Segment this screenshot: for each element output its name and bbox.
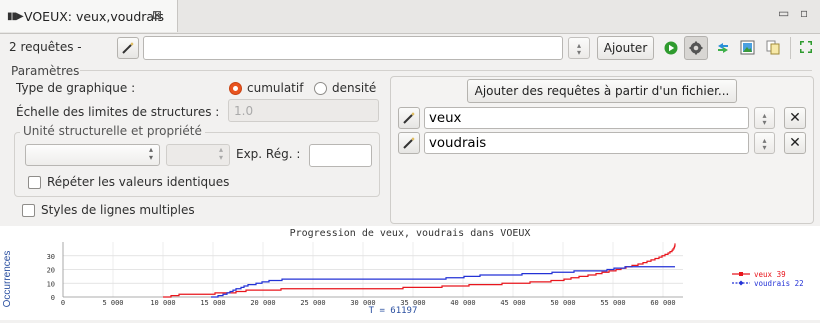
density-radio[interactable]: [314, 82, 327, 95]
select-spinner-icon: ▴ ▾: [148, 145, 153, 162]
editor-tab-bar: ▮▮▶ VOEUX: veux,voudrais ⊠ ▭ ▫: [0, 0, 820, 34]
legend-label: voudrais 22: [754, 279, 804, 288]
legend-marker: [738, 280, 744, 286]
x-tick-label: 60 000: [650, 299, 675, 307]
structure-scale-input[interactable]: [228, 99, 379, 122]
y-tick-label: 30: [47, 253, 55, 261]
add-query-button[interactable]: Ajouter: [597, 36, 654, 60]
regex-input[interactable]: [309, 144, 372, 167]
settings-icon: [689, 41, 703, 55]
tab-title: VOEUX: veux,voudrais: [24, 9, 165, 24]
x-tick-label: 30 000: [350, 299, 375, 307]
query-assistant-button[interactable]: [117, 37, 139, 59]
query-history-spinner[interactable]: ▴ ▾: [568, 37, 590, 59]
y-tick-label: 0: [51, 294, 55, 302]
query-voudrais-input[interactable]: [424, 132, 749, 154]
toolbar-separator: [790, 37, 791, 59]
remove-query-button[interactable]: ✕: [784, 107, 806, 129]
query-row: ▴▾ ✕: [398, 107, 810, 129]
query-history-spinner[interactable]: ▴ ▾: [754, 132, 775, 154]
x-tick-label: 0: [61, 299, 65, 307]
query-assistant-button[interactable]: [398, 132, 420, 154]
chart-title: Progression de veux, voudrais dans VOEUX: [290, 228, 531, 239]
multiple-line-styles-label: Styles de lignes multiples: [41, 203, 195, 217]
y-tick-label: 20: [47, 267, 55, 275]
tab-close-icon[interactable]: ⊠: [152, 8, 162, 22]
query-assistant-button[interactable]: [398, 107, 420, 129]
x-tick-label: 25 000: [300, 299, 325, 307]
cumulative-label: cumulatif: [247, 81, 304, 95]
density-label: densité: [332, 81, 377, 95]
x-tick-label: 55 000: [600, 299, 625, 307]
structural-unit-select[interactable]: ▴ ▾: [25, 144, 160, 166]
multiple-line-styles-checkbox[interactable]: [22, 204, 35, 217]
x-axis-label: T = 61197: [369, 306, 418, 316]
fullscreen-icon[interactable]: [799, 40, 813, 54]
y-axis-label: Occurrences: [2, 251, 13, 308]
x-tick-label: 45 000: [500, 299, 525, 307]
maximize-icon[interactable]: ▫: [800, 6, 808, 20]
parameters-separator: [80, 70, 812, 71]
x-tick-label: 20 000: [250, 299, 275, 307]
structural-unit-group-title: Unité structurelle et propriété: [20, 124, 205, 138]
x-tick-label: 10 000: [150, 299, 175, 307]
repeat-values-checkbox[interactable]: [28, 176, 41, 189]
query-veux-input[interactable]: [424, 107, 749, 129]
run-icon[interactable]: [664, 41, 678, 55]
query-history-spinner[interactable]: ▴ ▾: [754, 107, 775, 129]
legend-marker: [739, 272, 743, 276]
settings-toggle-button[interactable]: [684, 36, 708, 60]
graph-type-label: Type de graphique :: [16, 81, 136, 95]
property-select[interactable]: ▴ ▾: [166, 144, 230, 166]
add-queries-from-file-button[interactable]: Ajouter des requêtes à partir d'un fichi…: [467, 79, 737, 103]
x-tick-label: 15 000: [200, 299, 225, 307]
chart-area: Progression de veux, voudrais dans VOEUX…: [0, 226, 820, 320]
query-input[interactable]: [143, 36, 563, 60]
y-tick-label: 10: [47, 280, 55, 288]
editor-tab[interactable]: ▮▮▶ VOEUX: veux,voudrais ⊠: [0, 0, 178, 32]
x-tick-label: 50 000: [550, 299, 575, 307]
remove-query-button[interactable]: ✕: [784, 132, 806, 154]
x-tick-label: 40 000: [450, 299, 475, 307]
magic-wand-icon: [403, 137, 415, 149]
cumulative-radio[interactable]: [229, 82, 242, 95]
minimize-icon[interactable]: ▭: [778, 6, 789, 20]
parameters-section-title: Paramètres: [11, 64, 80, 78]
progression-chart: Progression de veux, voudrais dans VOEUX…: [2, 228, 804, 316]
x-tick-label: 5 000: [102, 299, 123, 307]
export-image-icon[interactable]: [740, 40, 755, 55]
regex-label: Exp. Rég. :: [236, 147, 301, 161]
progression-icon: ▮▮▶: [7, 11, 24, 22]
repeat-values-label: Répéter les valeurs identiques: [47, 175, 230, 189]
magic-wand-icon: [122, 42, 134, 54]
structure-scale-label: Échelle des limites de structures :: [16, 105, 220, 119]
share-icon[interactable]: [716, 41, 730, 55]
query-count-label: 2 requêtes -: [9, 40, 82, 54]
x-tick-label: 35 000: [400, 299, 425, 307]
legend-label: veux 39: [754, 270, 786, 279]
series-line-voudrais: [211, 266, 675, 298]
magic-wand-icon: [403, 112, 415, 124]
query-row: ▴▾ ✕: [398, 132, 810, 154]
select-spinner-icon: ▴ ▾: [218, 145, 223, 162]
copy-icon[interactable]: [766, 40, 780, 55]
